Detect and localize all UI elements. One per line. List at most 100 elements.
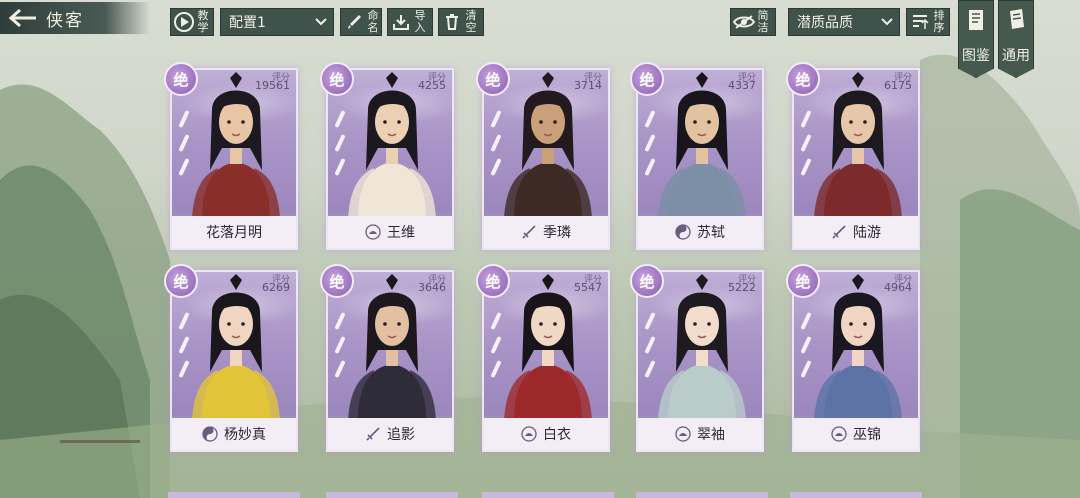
hero-score: 4255 (418, 79, 446, 92)
play-icon (171, 9, 197, 35)
hero-score: 3646 (418, 281, 446, 294)
rank-badge: 绝 (786, 264, 820, 298)
hero-name-bar: 巫锦 (794, 418, 918, 450)
hero-card[interactable]: 王维 绝 评分 4255 (320, 62, 454, 250)
hero-card[interactable]: 追影 绝 评分 3646 (320, 264, 454, 452)
rank-label: 绝 (173, 272, 189, 291)
hero-name-bar: 陆游 (794, 216, 918, 248)
rename-label: 命名 (367, 9, 379, 34)
sword-icon (365, 426, 381, 442)
page-title: 侠客 (46, 10, 84, 31)
hero-name: 追影 (387, 427, 415, 443)
hero-name-bar: 王维 (328, 216, 452, 248)
chevron-down-icon (315, 14, 327, 30)
sort-button[interactable]: 排序 (906, 8, 950, 36)
tab-gallery-label: 图鉴 (962, 48, 990, 64)
hero-name-bar: 花落月明 (172, 216, 296, 248)
hero-score: 5547 (574, 281, 602, 294)
lotus-icon (831, 426, 847, 442)
hero-card[interactable]: 巫锦 绝 评分 4964 (786, 264, 920, 452)
taiji-icon (202, 426, 218, 442)
hero-name-bar: 翠袖 (638, 418, 762, 450)
hero-name: 陆游 (853, 225, 881, 241)
card-ribbon-decoration (800, 104, 812, 194)
hero-name-bar: 白衣 (484, 418, 608, 450)
rank-badge: 绝 (476, 62, 510, 96)
preset-select[interactable]: 配置1 (220, 8, 334, 36)
hero-name: 翠袖 (697, 427, 725, 443)
sword-icon (831, 224, 847, 240)
brush-icon (341, 9, 367, 35)
hero-score: 5222 (728, 281, 756, 294)
import-button[interactable]: 导入 (387, 8, 433, 36)
hero-name: 巫锦 (853, 427, 881, 443)
chevron-down-icon (881, 14, 893, 30)
rank-label: 绝 (329, 70, 345, 89)
hero-card[interactable]: 花落月明 绝 评分 19561 (164, 62, 298, 250)
simple-mode-label: 简洁 (757, 9, 769, 34)
hero-name-bar: 追影 (328, 418, 452, 450)
card-ribbon-decoration (644, 104, 656, 194)
hero-name-bar: 季璘 (484, 216, 608, 248)
tab-gallery[interactable]: 图鉴 (958, 0, 994, 78)
hero-score: 4337 (728, 79, 756, 92)
rank-badge: 绝 (786, 62, 820, 96)
card-ribbon-decoration (490, 306, 502, 396)
next-row-card-edge (168, 492, 300, 498)
card-ribbon-decoration (644, 306, 656, 396)
rank-label: 绝 (329, 272, 345, 291)
sort-icon (907, 9, 933, 35)
scroll-icon (1006, 7, 1028, 37)
rank-label: 绝 (639, 272, 655, 291)
rank-badge: 绝 (476, 264, 510, 298)
next-row-card-edge (326, 492, 458, 498)
back-button[interactable]: 侠客 (0, 2, 150, 34)
rename-button[interactable]: 命名 (340, 8, 382, 36)
lotus-icon (365, 224, 381, 240)
hero-name-bar: 苏轼 (638, 216, 762, 248)
hero-card[interactable]: 翠袖 绝 评分 5222 (630, 264, 764, 452)
lotus-icon (675, 426, 691, 442)
clear-button[interactable]: 清空 (438, 8, 484, 36)
hero-card[interactable]: 季璘 绝 评分 3714 (476, 62, 610, 250)
hero-name: 白衣 (543, 427, 571, 443)
quality-value: 潜质品质 (797, 15, 853, 31)
hero-score: 3714 (574, 79, 602, 92)
clear-label: 清空 (465, 9, 477, 34)
hero-name: 花落月明 (206, 225, 262, 241)
sort-label: 排序 (933, 9, 945, 34)
download-icon (388, 9, 414, 35)
hero-score: 4964 (884, 281, 912, 294)
hero-card[interactable]: 陆游 绝 评分 6175 (786, 62, 920, 250)
card-ribbon-decoration (800, 306, 812, 396)
card-ribbon-decoration (178, 104, 190, 194)
tab-common[interactable]: 通用 (998, 0, 1034, 78)
eye-off-icon (731, 9, 757, 35)
import-label: 导入 (414, 9, 426, 34)
hero-name: 杨妙真 (224, 427, 266, 443)
simple-mode-button[interactable]: 简洁 (730, 8, 776, 36)
hero-score: 6269 (262, 281, 290, 294)
rank-label: 绝 (639, 70, 655, 89)
hero-name: 季璘 (543, 225, 571, 241)
tab-common-label: 通用 (1002, 48, 1030, 64)
hero-card[interactable]: 苏轼 绝 评分 4337 (630, 62, 764, 250)
hero-card[interactable]: 杨妙真 绝 评分 6269 (164, 264, 298, 452)
quality-select[interactable]: 潜质品质 (788, 8, 900, 36)
hero-score: 19561 (255, 79, 290, 92)
next-row-card-edge (790, 492, 922, 498)
rank-badge: 绝 (164, 62, 198, 96)
card-ribbon-decoration (178, 306, 190, 396)
rank-label: 绝 (173, 70, 189, 89)
tutorial-button[interactable]: 教学 (170, 8, 214, 36)
trash-icon (439, 9, 465, 35)
hero-name-bar: 杨妙真 (172, 418, 296, 450)
hero-name: 苏轼 (697, 225, 725, 241)
hero-card[interactable]: 白衣 绝 评分 5547 (476, 264, 610, 452)
rank-badge: 绝 (320, 264, 354, 298)
taiji-icon (675, 224, 691, 240)
back-arrow-icon (0, 2, 46, 34)
hero-score: 6175 (884, 79, 912, 92)
rank-label: 绝 (795, 272, 811, 291)
rank-badge: 绝 (320, 62, 354, 96)
